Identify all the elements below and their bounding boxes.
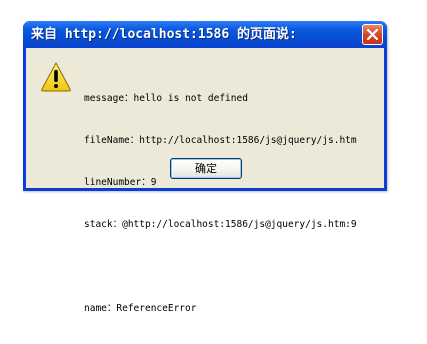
title-bar[interactable]: 来自 http://localhost:1586 的页面说:	[23, 21, 387, 48]
message-line: message：hello is not defined	[84, 93, 248, 104]
name-line: name：ReferenceError	[84, 303, 197, 314]
stack-line: stack：@http://localhost:1586/js@jquery/j…	[84, 219, 357, 230]
alert-dialog: 来自 http://localhost:1586 的页面说: message：h…	[23, 21, 387, 314]
close-icon	[367, 29, 378, 40]
filename-line: fileName：http://localhost:1586/js@jquery…	[84, 135, 357, 146]
ok-button[interactable]: 确定	[170, 158, 242, 179]
warning-icon	[41, 61, 71, 92]
dialog-title: 来自 http://localhost:1586 的页面说:	[31, 27, 297, 42]
error-message: message：hello is not defined fileName：ht…	[84, 64, 384, 344]
close-button[interactable]	[362, 24, 383, 45]
